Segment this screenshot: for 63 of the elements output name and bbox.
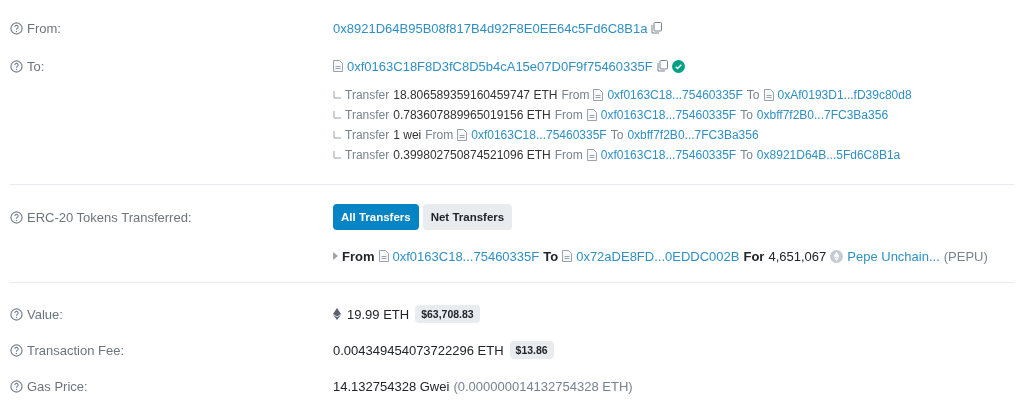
- transfer-amount: 0.399802750874521096 ETH: [393, 148, 551, 162]
- caret-icon[interactable]: [333, 252, 338, 260]
- field-label: Transaction Fee:: [27, 342, 125, 358]
- for-word: For: [743, 248, 765, 264]
- fee-amount: 0.004349454073722296 ETH: [333, 342, 504, 358]
- copy-icon[interactable]: [656, 60, 668, 72]
- address-link[interactable]: 0xbff7f2B0...7FC3Ba356: [756, 108, 889, 122]
- address-link[interactable]: 0xAf0193D1...fD39c80d8: [777, 88, 912, 102]
- from-word: From: [561, 88, 590, 102]
- field-label: Value:: [27, 306, 63, 322]
- transfer-word: Transfer: [345, 148, 390, 162]
- transfer-word: Transfer: [345, 108, 390, 122]
- field-label: To:: [27, 58, 45, 74]
- address-link[interactable]: 0x72aDE8FD...0EDDC002B: [576, 248, 740, 264]
- address-link[interactable]: 0xbff7f2B0...7FC3Ba356: [627, 128, 759, 142]
- gas-price-eth: (0.000000014132754328 ETH): [453, 378, 633, 394]
- field-label: ERC-20 Tokens Transferred:: [27, 209, 192, 225]
- copy-icon[interactable]: [651, 22, 663, 34]
- branch-icon: [333, 151, 341, 159]
- transfer-amount: 0.783607889965019156 ETH: [393, 108, 551, 122]
- value-amount: 19.99 ETH: [347, 306, 410, 322]
- field-label: Gas Price:: [27, 378, 88, 394]
- to-word: To: [543, 248, 559, 264]
- branch-icon: [333, 111, 341, 119]
- from-word: From: [342, 248, 375, 264]
- token-link[interactable]: Pepe Unchain...: [847, 248, 940, 264]
- address-link[interactable]: 0xf0163C18...75460335F: [392, 248, 540, 264]
- token-icon: [830, 249, 844, 263]
- from-word: From: [554, 148, 583, 162]
- to-word: To: [740, 108, 753, 122]
- transfer-amount: 18.806589359160459747 ETH: [393, 88, 558, 102]
- address-link[interactable]: 0x8921D64B...5Fd6C8B1a: [756, 148, 901, 162]
- branch-icon: [333, 91, 341, 99]
- address-link[interactable]: 0xf0163C18F8D3fC8D5b4cA15e07D0F9f75460335F: [347, 58, 653, 74]
- transfer-word: Transfer: [345, 128, 390, 142]
- to-word: To: [746, 88, 760, 102]
- token-symbol: (PEPU): [943, 248, 988, 264]
- address-link[interactable]: 0xf0163C18...75460335F: [607, 88, 743, 102]
- help-icon: [10, 307, 23, 321]
- usd-value: $63,708.83: [415, 305, 480, 323]
- field-label: From:: [27, 20, 61, 36]
- address-link[interactable]: 0xf0163C18...75460335F: [600, 108, 737, 122]
- to-word: To: [610, 128, 624, 142]
- transfer-tab[interactable]: All Transfers: [333, 204, 419, 230]
- gas-price: 14.132754328 Gwei: [333, 378, 450, 394]
- address-link[interactable]: 0xf0163C18...75460335F: [600, 148, 737, 162]
- token-amount: 4,651,067: [768, 248, 827, 264]
- transfer-tab[interactable]: Net Transfers: [422, 204, 513, 230]
- help-icon: [10, 379, 23, 393]
- branch-icon: [333, 131, 341, 139]
- help-icon: [10, 210, 23, 224]
- address-link[interactable]: 0x8921D64B95B08f817B4d92F8E0EE64c5Fd6C8B1a: [333, 20, 648, 36]
- help-icon: [10, 343, 23, 357]
- from-word: From: [554, 108, 583, 122]
- transfer-amount: 1 wei: [393, 128, 422, 142]
- usd-value: $13.86: [509, 341, 554, 359]
- help-icon: [10, 59, 23, 73]
- help-icon: [10, 21, 23, 35]
- transfer-word: Transfer: [345, 88, 390, 102]
- address-link[interactable]: 0xf0163C18...75460335F: [471, 128, 607, 142]
- ethereum-icon: [333, 308, 341, 320]
- to-word: To: [740, 148, 753, 162]
- from-word: From: [425, 128, 454, 142]
